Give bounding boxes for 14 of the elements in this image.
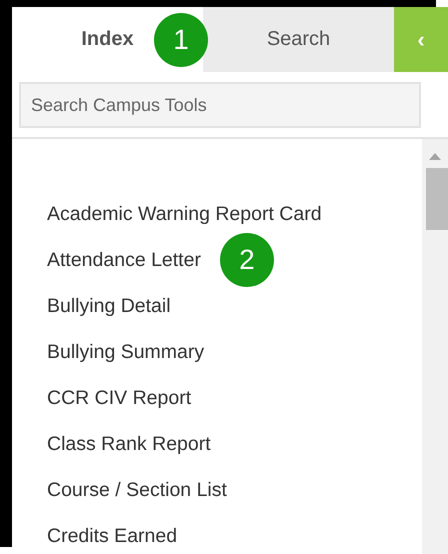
tool-link[interactable]: Attendance Letter — [47, 248, 201, 272]
tab[interactable]: Search — [203, 7, 394, 72]
tool-link[interactable]: Bullying Summary — [47, 340, 204, 364]
scroll-up-icon[interactable] — [429, 153, 441, 160]
tool-link[interactable]: Bullying Detail — [47, 294, 171, 318]
search-field[interactable]: Search Campus Tools — [19, 82, 421, 128]
scroll-thumb[interactable] — [426, 168, 448, 230]
tool-link[interactable]: Credits Earned — [47, 524, 178, 548]
tool-link[interactable]: Course / Section List — [47, 478, 227, 502]
tool-link[interactable]: CCR CIV Report — [47, 386, 192, 410]
tool-link[interactable]: Academic Warning Report Card — [47, 202, 322, 226]
step-marker: 2 — [220, 233, 274, 287]
tool-link[interactable]: Class Rank Report — [47, 432, 211, 456]
scrollbar[interactable] — [422, 139, 448, 554]
